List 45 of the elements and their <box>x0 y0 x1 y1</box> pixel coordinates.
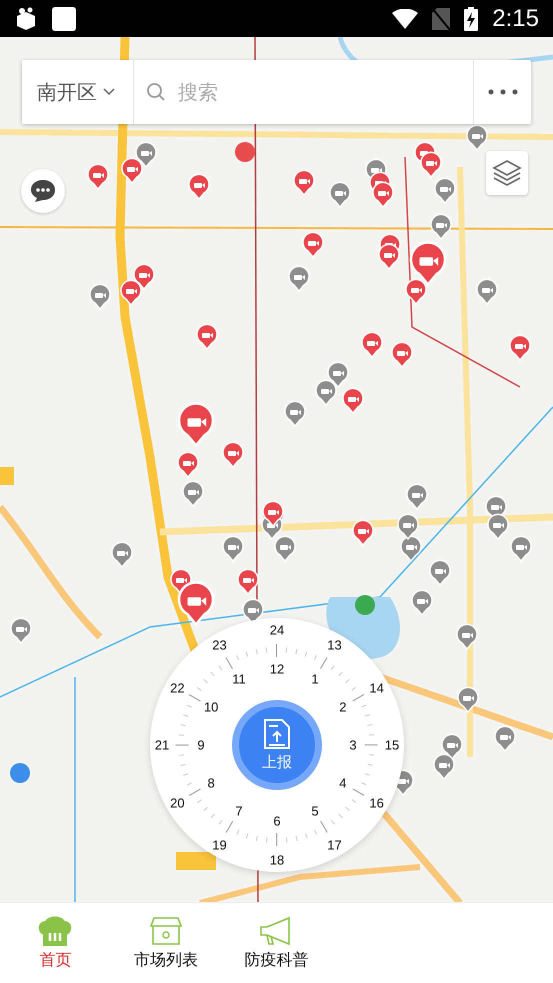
hour-label: 24 <box>270 622 284 638</box>
hour-label: 4 <box>339 776 346 790</box>
more-icon <box>488 89 518 95</box>
hour-label: 10 <box>204 700 218 714</box>
hour-label: 20 <box>170 795 185 810</box>
hour-label: 2 <box>339 700 346 714</box>
hour-label: 12 <box>270 662 284 676</box>
hour-label: 16 <box>369 795 384 810</box>
hour-label: 6 <box>273 814 281 828</box>
chat-bubble-icon <box>30 179 56 203</box>
hour-label: 8 <box>208 776 215 790</box>
store-icon <box>150 916 182 946</box>
hour-label: 9 <box>197 738 205 752</box>
district-dropdown[interactable]: 南开区 <box>22 60 134 124</box>
layers-icon <box>492 159 522 187</box>
app-logo-icon <box>14 6 38 30</box>
hour-label: 17 <box>327 837 342 852</box>
document-upload-icon <box>263 718 291 750</box>
chevron-down-icon <box>103 88 115 96</box>
report-button[interactable]: 上报 <box>232 700 322 790</box>
status-time: 2:15 <box>492 4 539 32</box>
hour-label: 7 <box>235 803 243 818</box>
hour-label: 14 <box>369 680 384 695</box>
hour-label: 5 <box>311 803 319 818</box>
hour-label: 19 <box>212 837 227 852</box>
battery-charging-icon <box>464 6 478 30</box>
nav-tab[interactable]: 防疫科普 <box>221 903 332 983</box>
hour-label: 15 <box>384 738 400 752</box>
search-field[interactable]: 搜索 <box>176 79 380 105</box>
nav-tab[interactable]: 首页 <box>0 903 111 983</box>
hour-label: 23 <box>212 638 227 653</box>
hour-label: 1 <box>311 672 319 687</box>
hour-label: 18 <box>270 852 284 868</box>
hour-label: 13 <box>327 638 342 653</box>
hour-label: 22 <box>170 680 185 695</box>
layers-button[interactable] <box>486 151 528 195</box>
hour-label: 3 <box>349 738 357 752</box>
nav-tab[interactable]: 市场列表 <box>110 903 222 983</box>
hour-label: 21 <box>154 738 170 752</box>
hour-label: 11 <box>232 672 246 687</box>
notification-square-icon <box>52 6 76 30</box>
search-icon <box>146 82 166 102</box>
wifi-icon <box>392 8 418 28</box>
chef-hat-icon <box>38 916 72 946</box>
no-sim-icon <box>432 8 450 30</box>
